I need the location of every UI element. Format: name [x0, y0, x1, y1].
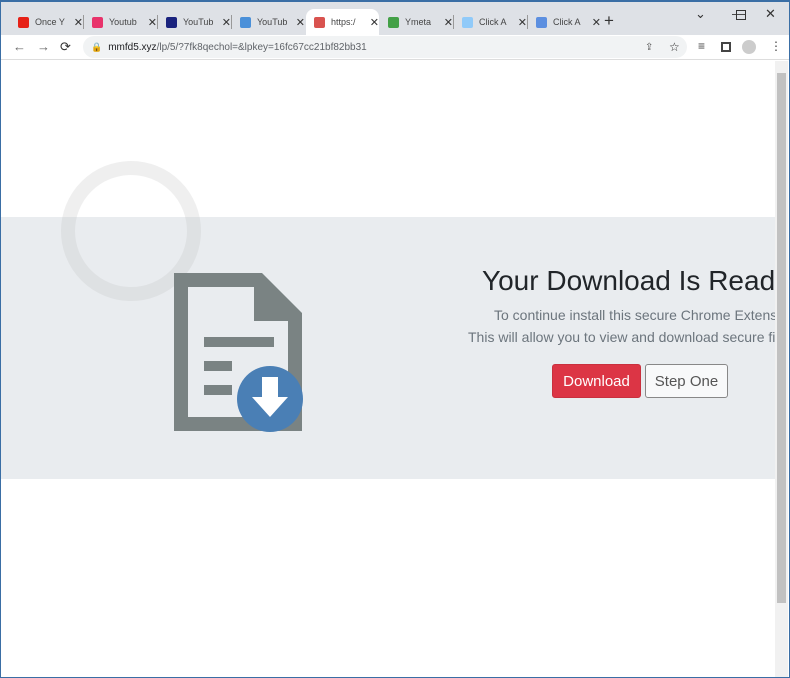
close-tab-icon[interactable]: ✕ — [222, 16, 231, 29]
page-heading: Your Download Is Ready — [482, 265, 775, 296]
tab-label: Click A — [553, 17, 581, 27]
side-panel-icon[interactable] — [721, 42, 731, 52]
close-window-button[interactable]: ✕ — [765, 6, 776, 22]
instruction-line-2: This will allow you to view and download… — [468, 329, 775, 345]
tab[interactable]: YouTub ✕ — [232, 9, 305, 35]
close-tab-icon[interactable]: ✕ — [518, 16, 527, 29]
tab-favicon-icon — [462, 16, 473, 28]
toolbar: ← → ⟳ 🔒 mmfd5.xyz/lp/5/?7fk8qechol=&lpke… — [1, 35, 789, 60]
profile-avatar[interactable] — [742, 40, 756, 54]
reload-button[interactable]: ⟳ — [60, 39, 71, 55]
tab-label: https:/ — [331, 17, 356, 27]
tab-favicon-icon — [18, 16, 29, 28]
tab-favicon-icon — [166, 16, 177, 28]
back-button[interactable]: ← — [13, 39, 26, 54]
maximize-icon[interactable] — [736, 10, 746, 20]
tab[interactable]: Click A ✕ — [528, 9, 601, 35]
media-icon[interactable]: ≡ — [698, 39, 705, 53]
new-tab-button[interactable]: + — [604, 11, 614, 31]
tab-label: Once Y — [35, 17, 65, 27]
scrollbar-thumb[interactable] — [777, 73, 786, 603]
tab-label: Youtub — [109, 17, 137, 27]
menu-icon[interactable]: ⋮ — [770, 39, 782, 53]
tab[interactable]: Ymeta ✕ — [380, 9, 453, 35]
scrollbar[interactable] — [775, 61, 788, 677]
instruction-line-1: To continue install this secure Chrome E… — [494, 307, 775, 323]
browser-window: + ⌄ — ✕ Once Y ✕ Youtub ✕ YouTub ✕ YouTub ✕ http… — [0, 0, 790, 678]
tab-label: Ymeta — [405, 17, 432, 27]
page-content: Your Download Is Ready To continue insta… — [1, 61, 775, 677]
address-bar[interactable]: 🔒 mmfd5.xyz/lp/5/?7fk8qechol=&lpkey=16fc… — [83, 36, 687, 58]
share-icon[interactable]: ⇪ — [645, 42, 653, 53]
tab-favicon-icon — [240, 16, 251, 28]
tab[interactable]: Youtub ✕ — [84, 9, 157, 35]
close-tab-icon[interactable]: ✕ — [148, 16, 157, 29]
url-host: mmfd5.xyz — [108, 41, 157, 53]
close-tab-icon[interactable]: ✕ — [370, 16, 379, 29]
close-tab-icon[interactable]: ✕ — [592, 16, 601, 29]
close-tab-icon[interactable]: ✕ — [444, 16, 453, 29]
download-button[interactable]: Download — [552, 364, 641, 398]
tab-favicon-icon — [314, 16, 325, 28]
tab-favicon-icon — [536, 16, 547, 28]
url-path: /lp/5/?7fk8qechol=&lpkey=16fc67cc21bf82b… — [156, 41, 367, 53]
close-tab-icon[interactable]: ✕ — [74, 16, 83, 29]
tab-bar: + ⌄ — ✕ Once Y ✕ Youtub ✕ YouTub ✕ YouTub ✕ http… — [1, 2, 789, 35]
tab-label: YouTub — [183, 17, 214, 27]
tab[interactable]: https:/ ✕ — [306, 9, 379, 35]
step-one-button[interactable]: Step One — [645, 364, 728, 398]
tab[interactable]: Click A ✕ — [454, 9, 527, 35]
bookmark-star-icon[interactable]: ☆ — [669, 40, 680, 54]
tab-favicon-icon — [92, 16, 103, 28]
forward-button[interactable]: → — [37, 39, 50, 54]
close-tab-icon[interactable]: ✕ — [296, 16, 305, 29]
tab-favicon-icon — [388, 16, 399, 28]
document-download-icon — [174, 273, 303, 432]
tab-search-icon[interactable]: ⌄ — [695, 6, 706, 22]
tab-label: YouTub — [257, 17, 288, 27]
tab-label: Click A — [479, 17, 507, 27]
lock-icon: 🔒 — [91, 41, 103, 52]
tab[interactable]: YouTub ✕ — [158, 9, 231, 35]
tab[interactable]: Once Y ✕ — [10, 9, 83, 35]
